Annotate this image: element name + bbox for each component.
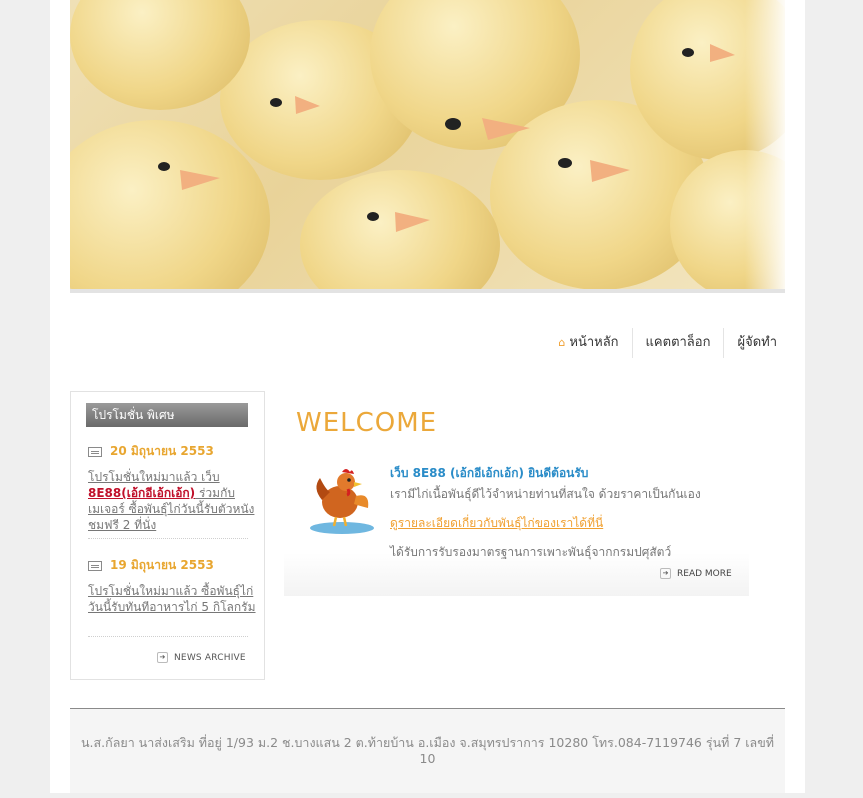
news-text-part: โปรโมชั่นใหม่มาแล้ว เว็บ: [88, 470, 220, 484]
news-date-row: 19 มิถุนายน 2553: [88, 556, 248, 575]
news-date: 19 มิถุนายน 2553: [110, 558, 214, 572]
hero-banner-image: [70, 0, 785, 289]
arrow-right-icon: ➔: [157, 652, 168, 663]
news-item: 20 มิถุนายน 2553 โปรโมชั่นใหม่มาแล้ว เว็…: [88, 442, 254, 533]
nav-item-catalog[interactable]: แคตตาล็อก: [631, 328, 724, 358]
welcome-heading: เว็บ 8E88 (เอ้กอีเอ้กเอ้ก) ยินดีต้อนรับ: [390, 466, 589, 480]
home-icon: ⌂: [558, 336, 566, 349]
arrow-right-icon: ➔: [660, 568, 671, 579]
news-link[interactable]: โปรโมชั่นใหม่มาแล้ว เว็บ 8E88(เอ้กอีเอ้ก…: [88, 469, 268, 533]
footer-address: น.ส.กัลยา นาส่งเสริม ที่อยู่ 1/93 ม.2 ช.…: [81, 735, 774, 766]
welcome-text: เรามีไก่เนื้อพันธุ์ดีไว้จำหน่ายท่านที่สน…: [390, 487, 701, 501]
nav-item-home[interactable]: ⌂ หน้าหลัก: [545, 328, 631, 358]
news-divider: [88, 538, 248, 539]
news-date-row: 20 มิถุนายน 2553: [88, 442, 248, 461]
news-divider: [88, 636, 248, 637]
read-more-label: READ MORE: [677, 568, 732, 579]
main-nav: ⌂ หน้าหลัก แคตตาล็อก ผู้จัดทำ: [545, 328, 790, 358]
page-container: ⌂ หน้าหลัก แคตตาล็อก ผู้จัดทำ โปรโมชั่น …: [50, 0, 805, 793]
breed-details-link[interactable]: ดูรายละเอียดเกี่ยวกับพันธุ์ไก่ของเราได้ท…: [390, 514, 603, 533]
news-icon: [88, 446, 102, 457]
nav-item-label: ผู้จัดทำ: [737, 335, 777, 350]
news-icon: [88, 560, 102, 571]
nav-item-label: หน้าหลัก: [569, 335, 619, 350]
nav-item-label: แคตตาล็อก: [645, 335, 711, 350]
nav-item-authors[interactable]: ผู้จัดทำ: [723, 328, 790, 358]
news-archive-label: NEWS ARCHIVE: [174, 652, 246, 663]
certification-text: ได้รับการรับรองมาตรฐานการเพาะพันธุ์จากกร…: [390, 545, 672, 559]
news-link[interactable]: โปรโมชั่นใหม่มาแล้ว ซื้อพันธุ์ไก่วันนี้ร…: [88, 583, 268, 615]
hero-divider: [70, 289, 785, 293]
news-highlight: 8E88(เอ้กอีเอ้กเอ้ก): [88, 486, 196, 500]
news-date: 20 มิถุนายน 2553: [110, 444, 214, 458]
promotion-sidebar: โปรโมชั่น พิเศษ 20 มิถุนายน 2553 โปรโมชั…: [70, 391, 265, 680]
sidebar-title: โปรโมชั่น พิเศษ: [86, 403, 248, 427]
welcome-title: WELCOME: [296, 408, 438, 438]
news-item: 19 มิถุนายน 2553 โปรโมชั่นใหม่มาแล้ว ซื้…: [88, 556, 256, 615]
news-text-part: โปรโมชั่นใหม่มาแล้ว ซื้อพันธุ์ไก่วันนี้ร…: [88, 584, 256, 614]
read-more-button[interactable]: ➔ READ MORE: [660, 568, 732, 579]
footer: น.ส.กัลยา นาส่งเสริม ที่อยู่ 1/93 ม.2 ช.…: [70, 709, 785, 793]
rooster-icon: [310, 469, 374, 534]
welcome-panel: เว็บ 8E88 (เอ้กอีเอ้กเอ้ก) ยินดีต้อนรับ …: [284, 452, 749, 596]
news-archive-link[interactable]: ➔ NEWS ARCHIVE: [157, 652, 246, 663]
